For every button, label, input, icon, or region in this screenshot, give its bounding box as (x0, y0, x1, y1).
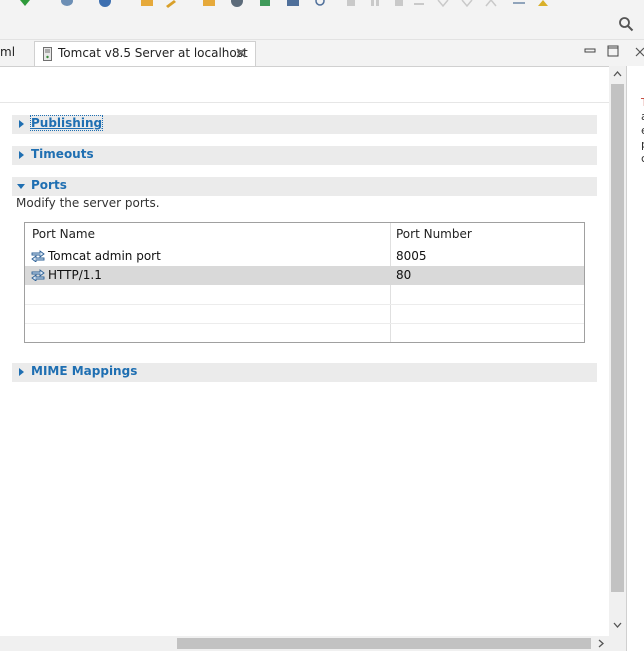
step-into-icon (437, 0, 449, 8)
vertical-scrollbar[interactable] (609, 66, 626, 636)
disconnect-icon (414, 3, 424, 5)
search-icon[interactable] (618, 16, 634, 32)
port-name: Tomcat admin port (48, 249, 161, 263)
port-name: HTTP/1.1 (48, 268, 102, 282)
minimize-icon[interactable] (584, 46, 596, 56)
divider (0, 102, 609, 103)
tab-tomcat-server[interactable]: Tomcat v8.5 Server at localhost (34, 41, 256, 66)
drop-to-frame-icon[interactable] (512, 0, 526, 8)
row-divider (25, 304, 584, 305)
stop-icon (395, 0, 403, 6)
section-title[interactable]: Ports (31, 178, 67, 192)
monitor-icon[interactable] (286, 0, 300, 8)
tab-previous-label: ml (0, 45, 16, 59)
maximize-icon[interactable] (607, 45, 619, 57)
section-title[interactable]: MIME Mappings (31, 364, 137, 378)
chevron-right-icon[interactable] (19, 368, 24, 376)
chevron-right-icon[interactable] (19, 151, 24, 159)
main-toolbar (0, 0, 644, 40)
tab-previous[interactable]: ml (0, 40, 32, 66)
ports-description: Modify the server ports. (16, 196, 160, 210)
column-header-port-number[interactable]: Port Number (396, 227, 472, 241)
port-number[interactable]: 80 (396, 268, 411, 282)
scrollbar-thumb[interactable] (611, 84, 624, 592)
section-ports[interactable]: Ports (12, 177, 597, 196)
right-side-pane: T a e p c (626, 66, 644, 651)
chevron-down-icon[interactable] (17, 184, 25, 189)
chevron-down-icon[interactable] (613, 622, 622, 628)
section-timeouts[interactable]: Timeouts (12, 146, 597, 165)
close-icon[interactable] (235, 47, 247, 59)
section-mime-mappings[interactable]: MIME Mappings (12, 363, 597, 382)
horizontal-scrollbar[interactable] (0, 636, 626, 651)
globe-icon[interactable] (230, 0, 244, 8)
resume-icon (347, 0, 355, 6)
editor-tab-bar: ml Tomcat v8.5 Server at localhost (0, 40, 644, 66)
close-icon[interactable] (635, 47, 644, 57)
scrollbar-thumb[interactable] (177, 638, 591, 649)
wrench-icon[interactable] (164, 0, 178, 8)
open-type-icon[interactable] (202, 0, 216, 8)
port-number[interactable]: 8005 (396, 249, 427, 263)
publish-icon[interactable] (60, 0, 74, 8)
search-small-icon[interactable] (314, 0, 328, 8)
server-editor: Publishing Timeouts Ports Modify the ser… (0, 66, 626, 636)
step-return-icon (485, 0, 497, 7)
run-icon[interactable] (18, 0, 32, 8)
chevron-right-icon[interactable] (598, 639, 604, 648)
port-icon (31, 250, 45, 262)
external-tools-icon[interactable] (98, 0, 112, 8)
section-title[interactable]: Publishing (29, 115, 104, 131)
port-icon (31, 269, 45, 281)
run-config-icon[interactable] (258, 0, 272, 8)
table-header: Port Name Port Number (25, 223, 584, 247)
section-title[interactable]: Timeouts (31, 147, 94, 161)
ports-table[interactable]: Port Name Port Number Tomcat admin port … (24, 222, 585, 343)
table-row[interactable]: Tomcat admin port 8005 (25, 247, 584, 266)
bookmark-icon[interactable] (536, 0, 550, 8)
server-icon (43, 47, 52, 61)
suspend-icon (371, 0, 379, 6)
chevron-up-icon[interactable] (613, 71, 622, 77)
section-publishing[interactable]: Publishing (12, 115, 597, 134)
tab-label: Tomcat v8.5 Server at localhost (58, 46, 248, 60)
row-divider (25, 323, 584, 324)
step-over-icon (461, 0, 473, 8)
column-header-port-name[interactable]: Port Name (32, 227, 95, 241)
chevron-right-icon[interactable] (19, 120, 24, 128)
table-row[interactable]: HTTP/1.1 80 (25, 266, 584, 285)
open-folder-icon[interactable] (140, 0, 154, 8)
